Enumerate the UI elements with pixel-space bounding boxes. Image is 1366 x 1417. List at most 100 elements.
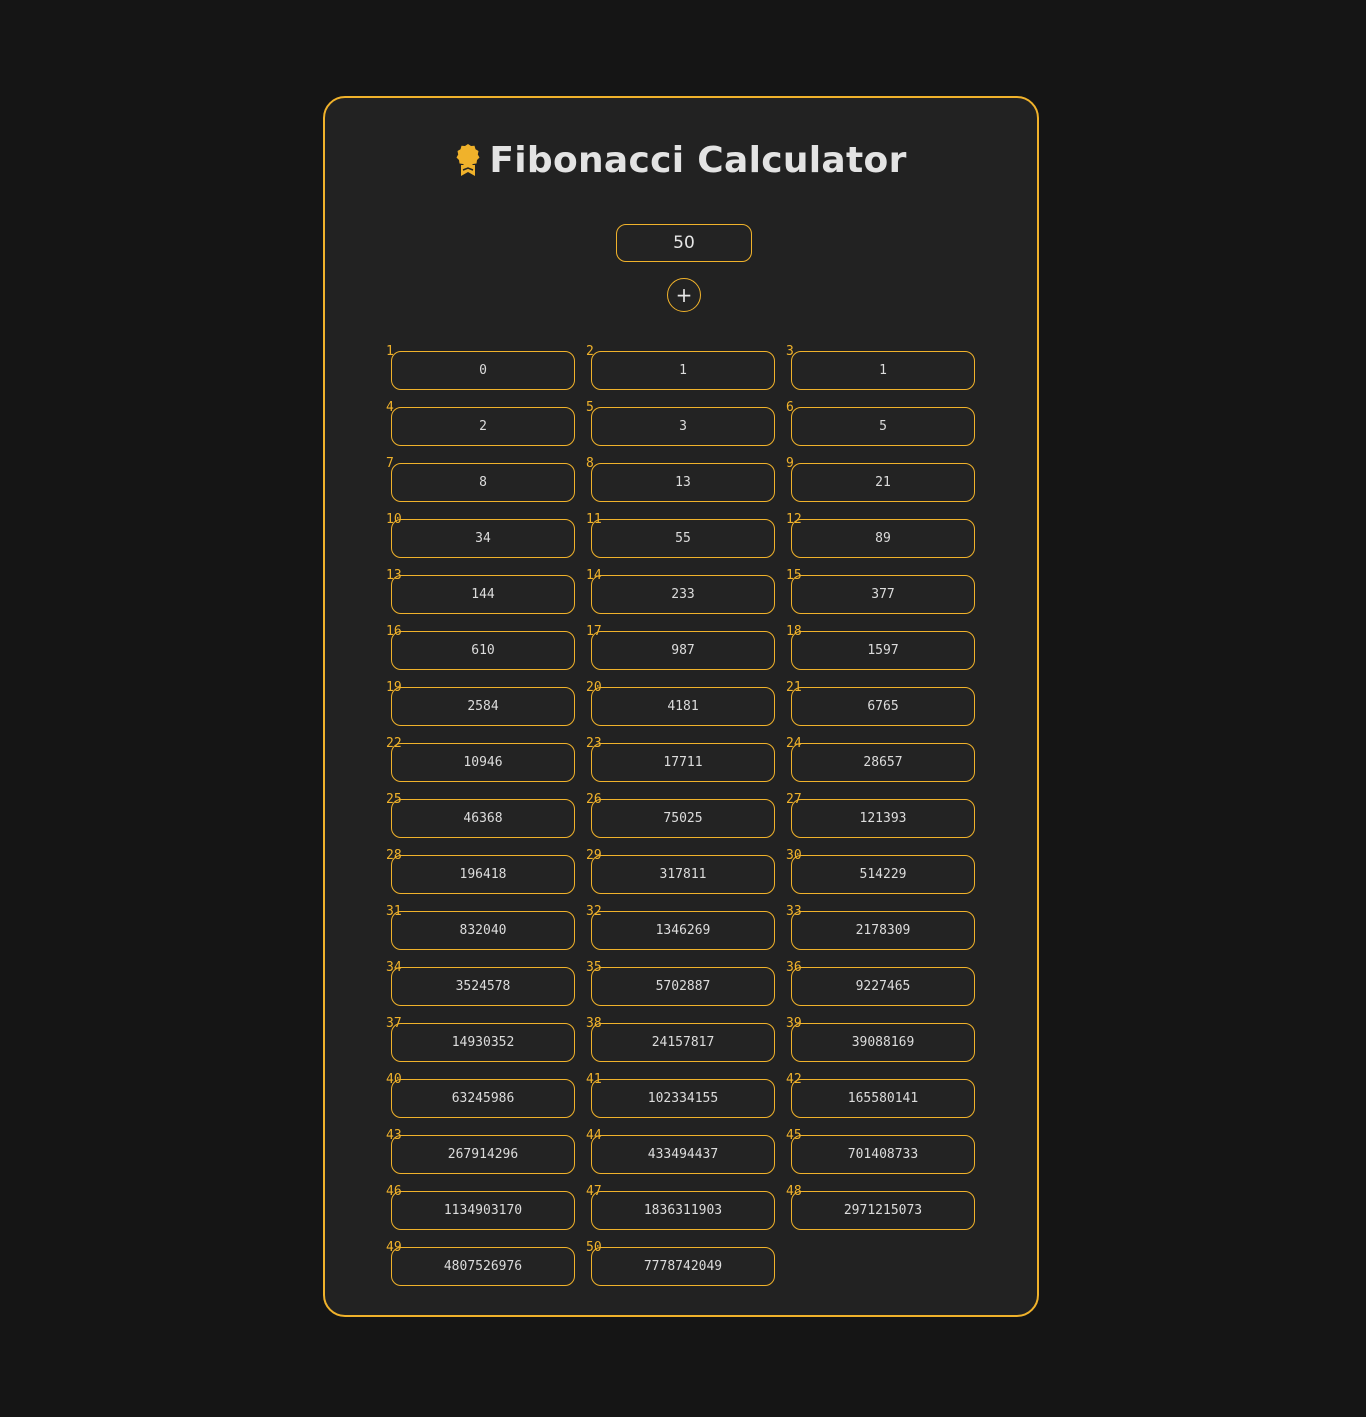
- result-item: 17711 23: [586, 737, 775, 782]
- result-item: 233 14: [586, 569, 775, 614]
- result-value: 0: [391, 351, 575, 390]
- result-index: 4: [386, 400, 394, 415]
- result-item: 196418 28: [386, 849, 575, 894]
- result-index: 23: [586, 736, 602, 751]
- result-index: 44: [586, 1128, 602, 1143]
- result-item: 13: [786, 345, 975, 390]
- result-item: 75025 26: [586, 793, 775, 838]
- result-item: 46368 25: [386, 793, 575, 838]
- result-index: 43: [386, 1128, 402, 1143]
- result-item: 433494437 44: [586, 1129, 775, 1174]
- result-item: 24157817 38: [586, 1017, 775, 1062]
- result-index: 40: [386, 1072, 402, 1087]
- result-item: 01: [386, 345, 575, 390]
- result-index: 27: [786, 792, 802, 807]
- header: Fibonacci Calculator: [325, 136, 1037, 184]
- result-item: 89 12: [786, 513, 975, 558]
- result-value: 267914296: [391, 1135, 575, 1174]
- result-item: 35: [586, 401, 775, 446]
- result-value: 1: [591, 351, 775, 390]
- result-value: 2971215073: [791, 1191, 975, 1230]
- result-index: 21: [786, 680, 802, 695]
- result-item: 55 11: [586, 513, 775, 558]
- result-item: 4807526976 49: [386, 1241, 575, 1286]
- result-index: 15: [786, 568, 802, 583]
- result-index: 46: [386, 1184, 402, 1199]
- result-index: 39: [786, 1016, 802, 1031]
- result-item: 56: [786, 401, 975, 446]
- result-index: 34: [386, 960, 402, 975]
- result-item: 12: [586, 345, 775, 390]
- result-item: 63245986 40: [386, 1073, 575, 1118]
- result-value: 21: [791, 463, 975, 502]
- result-item: 165580141 42: [786, 1073, 975, 1118]
- result-item: 1134903170 46: [386, 1185, 575, 1230]
- result-item: 6765 21: [786, 681, 975, 726]
- result-item: 1597 18: [786, 625, 975, 670]
- count-input[interactable]: [616, 224, 752, 262]
- result-value: 46368: [391, 799, 575, 838]
- result-value: 102334155: [591, 1079, 775, 1118]
- result-value: 1: [791, 351, 975, 390]
- result-index: 3: [786, 344, 794, 359]
- result-index: 22: [386, 736, 402, 751]
- result-item: 4181 20: [586, 681, 775, 726]
- result-item: 13 8: [586, 457, 775, 502]
- result-item: 87: [386, 457, 575, 502]
- result-value: 1346269: [591, 911, 775, 950]
- result-index: 20: [586, 680, 602, 695]
- result-item: 2584 19: [386, 681, 575, 726]
- add-button[interactable]: +: [667, 278, 701, 312]
- result-item: 144 13: [386, 569, 575, 614]
- result-value: 1597: [791, 631, 975, 670]
- result-index: 28: [386, 848, 402, 863]
- result-index: 41: [586, 1072, 602, 1087]
- result-value: 6765: [791, 687, 975, 726]
- result-index: 37: [386, 1016, 402, 1031]
- result-value: 377: [791, 575, 975, 614]
- result-index: 30: [786, 848, 802, 863]
- result-index: 9: [786, 456, 794, 471]
- result-value: 317811: [591, 855, 775, 894]
- result-value: 34: [391, 519, 575, 558]
- result-index: 7: [386, 456, 394, 471]
- result-index: 1: [386, 344, 394, 359]
- result-value: 233: [591, 575, 775, 614]
- result-value: 5702887: [591, 967, 775, 1006]
- result-value: 63245986: [391, 1079, 575, 1118]
- result-item: 610 16: [386, 625, 575, 670]
- result-item: 28657 24: [786, 737, 975, 782]
- result-value: 8: [391, 463, 575, 502]
- result-index: 12: [786, 512, 802, 527]
- result-item: 3524578 34: [386, 961, 575, 1006]
- result-index: 29: [586, 848, 602, 863]
- result-index: 45: [786, 1128, 802, 1143]
- result-value: 2584: [391, 687, 575, 726]
- result-index: 36: [786, 960, 802, 975]
- result-value: 5: [791, 407, 975, 446]
- result-value: 89: [791, 519, 975, 558]
- result-index: 14: [586, 568, 602, 583]
- result-item: 1346269 32: [586, 905, 775, 950]
- calculator-card: Fibonacci Calculator + 01121324355687138…: [323, 96, 1039, 1317]
- result-index: 32: [586, 904, 602, 919]
- result-value: 514229: [791, 855, 975, 894]
- result-value: 55: [591, 519, 775, 558]
- result-index: 5: [586, 400, 594, 415]
- result-item: 10946 22: [386, 737, 575, 782]
- result-value: 987: [591, 631, 775, 670]
- result-index: 49: [386, 1240, 402, 1255]
- result-value: 10946: [391, 743, 575, 782]
- result-item: 832040 31: [386, 905, 575, 950]
- result-item: 5702887 35: [586, 961, 775, 1006]
- result-item: 9227465 36: [786, 961, 975, 1006]
- result-index: 17: [586, 624, 602, 639]
- result-index: 25: [386, 792, 402, 807]
- result-index: 16: [386, 624, 402, 639]
- result-value: 165580141: [791, 1079, 975, 1118]
- result-value: 4807526976: [391, 1247, 575, 1286]
- result-value: 1836311903: [591, 1191, 775, 1230]
- result-value: 610: [391, 631, 575, 670]
- result-value: 196418: [391, 855, 575, 894]
- result-value: 701408733: [791, 1135, 975, 1174]
